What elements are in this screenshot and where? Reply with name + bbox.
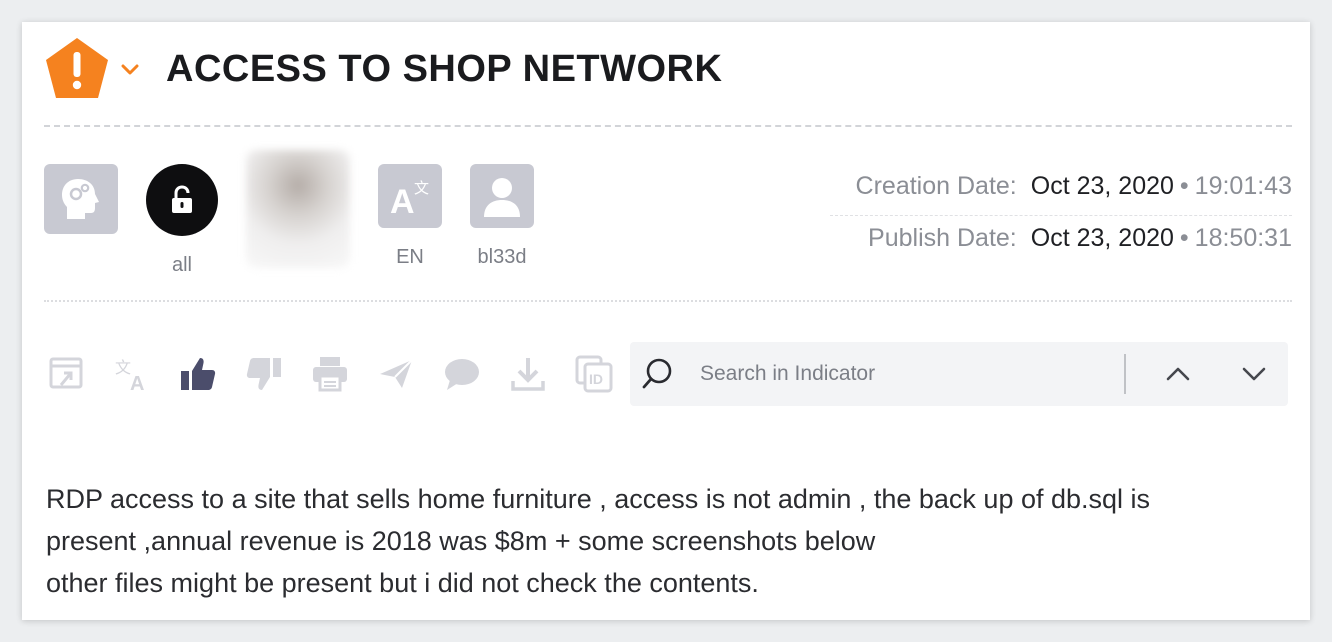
- creation-date-row: Creation Date: Oct 23, 2020 • 19:01:43: [830, 172, 1292, 216]
- post-description: RDP access to a site that sells home fur…: [46, 478, 1296, 604]
- description-line: present ,annual revenue is 2018 was $8m …: [46, 526, 876, 556]
- svg-text:A: A: [390, 183, 415, 219]
- open-external-icon[interactable]: [44, 352, 88, 396]
- header-divider: [44, 125, 1292, 127]
- page-title: ACCESS TO SHOP NETWORK: [166, 47, 723, 90]
- creation-date-value: Oct 23, 2020: [1030, 172, 1174, 200]
- svg-text:文: 文: [414, 179, 429, 197]
- user-icon: [470, 164, 534, 228]
- post-header: ACCESS TO SHOP NETWORK: [44, 36, 722, 102]
- blurred-avatar: [246, 150, 350, 268]
- comment-icon[interactable]: [440, 352, 484, 396]
- creation-time-value: 19:01:43: [1194, 172, 1292, 200]
- translate-icon[interactable]: 文 A: [110, 352, 154, 396]
- svg-text:ID: ID: [589, 371, 603, 387]
- language-item[interactable]: A 文 EN: [378, 164, 442, 269]
- svg-text:文: 文: [115, 358, 131, 377]
- author-label: bl33d: [477, 246, 527, 268]
- meta-divider: [44, 300, 1292, 302]
- avatar: [246, 150, 350, 268]
- search-input[interactable]: [700, 354, 1100, 394]
- dates-panel: Creation Date: Oct 23, 2020 • 19:01:43 P…: [830, 172, 1292, 268]
- lock-icon: [146, 164, 218, 236]
- creation-date-label: Creation Date:: [855, 172, 1017, 200]
- author-item[interactable]: bl33d: [470, 164, 534, 269]
- language-label: EN: [396, 246, 424, 268]
- description-line: other files might be present but i did n…: [46, 568, 759, 598]
- previous-match-button[interactable]: [1160, 356, 1196, 392]
- send-icon[interactable]: [374, 352, 418, 396]
- post-card: ACCESS TO SHOP NETWORK all A 文 EN bl33d …: [22, 22, 1310, 620]
- description-line: RDP access to a site that sells home fur…: [46, 484, 1151, 514]
- publish-date-label: Publish Date:: [868, 224, 1017, 252]
- access-level-item[interactable]: all: [146, 164, 218, 277]
- print-icon[interactable]: [308, 352, 352, 396]
- copy-id-icon[interactable]: ID: [572, 352, 616, 396]
- meta-row: all A 文 EN bl33d: [44, 150, 562, 277]
- thumbs-down-icon[interactable]: [242, 352, 286, 396]
- thumbs-up-icon[interactable]: [176, 352, 220, 396]
- alert-pentagon-icon: [44, 36, 110, 102]
- download-icon[interactable]: [506, 352, 550, 396]
- head-gears-icon: [44, 164, 118, 234]
- date-separator: •: [1179, 224, 1189, 252]
- svg-text:A: A: [130, 373, 144, 393]
- date-separator: •: [1179, 172, 1189, 200]
- search-icon[interactable]: [640, 356, 676, 392]
- next-match-button[interactable]: [1236, 356, 1272, 392]
- action-toolbar: 文 A ID: [44, 344, 616, 404]
- indicator-search: [630, 342, 1288, 406]
- publish-time-value: 18:50:31: [1194, 224, 1292, 252]
- access-label: all: [171, 254, 192, 276]
- publish-date-row: Publish Date: Oct 23, 2020 • 18:50:31: [830, 224, 1292, 268]
- search-divider: [1124, 354, 1126, 394]
- chevron-down-icon[interactable]: [118, 57, 142, 81]
- ai-analysis-item[interactable]: [44, 164, 118, 234]
- translate-icon: A 文: [378, 164, 442, 228]
- publish-date-value: Oct 23, 2020: [1030, 224, 1174, 252]
